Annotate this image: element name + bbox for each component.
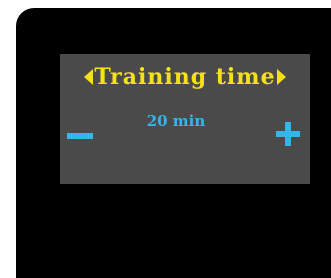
menu-title-row: Training time (60, 62, 310, 92)
plus-vertical-bar (285, 122, 291, 146)
menu-title: Training time (94, 64, 276, 90)
plus-icon[interactable] (276, 122, 300, 146)
minus-icon[interactable] (67, 133, 93, 139)
training-time-value: 20 min (146, 112, 206, 130)
device-bezel: Training time 20 min (16, 8, 331, 278)
display-screen: Training time 20 min (60, 54, 310, 184)
right-arrow-icon[interactable] (276, 69, 286, 85)
left-arrow-icon[interactable] (84, 69, 94, 85)
